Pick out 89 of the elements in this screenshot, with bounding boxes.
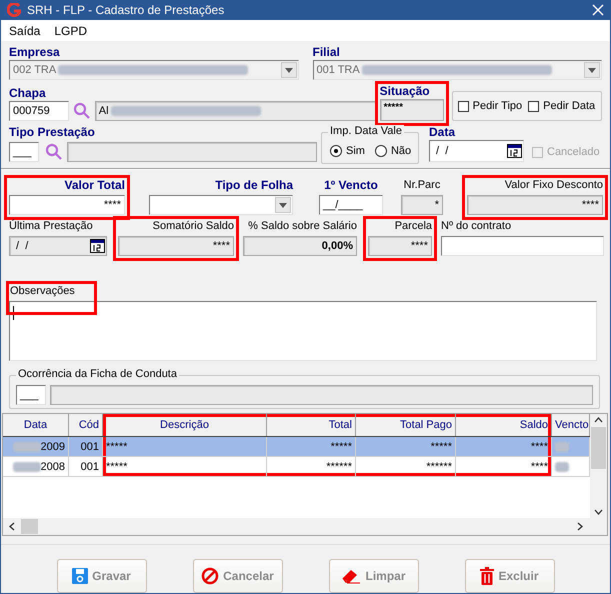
- text-field[interactable]: ****: [368, 236, 432, 256]
- text-area[interactable]: [9, 301, 597, 362]
- window-title: SRH - FLP - Cadastro de Prestações: [27, 3, 226, 18]
- caret-icon: [588, 68, 596, 73]
- field-label: Somatório Saldo: [152, 219, 234, 234]
- field-label: Valor Total: [64, 178, 125, 192]
- radio-label: Sim: [346, 145, 365, 158]
- menu-item[interactable]: LGPD: [54, 24, 88, 38]
- column-header[interactable]: Cód: [69, 414, 103, 436]
- checkbox[interactable]: [458, 100, 469, 112]
- checkbox-label: Cancelado: [547, 146, 600, 158]
- table-cell: 001: [80, 460, 99, 473]
- combo-box[interactable]: [149, 195, 293, 216]
- field-label: Parcela: [394, 219, 432, 234]
- caret-icon: [279, 202, 287, 208]
- dropdown-button[interactable]: [275, 197, 291, 214]
- field-label: Situação: [380, 84, 431, 98]
- field-label: Empresa: [9, 45, 61, 60]
- cancel-icon: [201, 567, 220, 585]
- field-label: Filial: [312, 45, 341, 60]
- caret-icon: [284, 68, 292, 73]
- table-cell: 2009: [40, 440, 65, 453]
- blurred-text: [555, 462, 569, 472]
- app-logo-icon: [7, 3, 21, 18]
- date-field[interactable]: / /: [9, 236, 107, 256]
- menu-item[interactable]: Saída: [9, 24, 40, 38]
- table-cell: ****: [530, 440, 548, 453]
- table-cell: ******: [426, 460, 452, 473]
- column-header[interactable]: Data: [3, 414, 69, 436]
- table-cell: *****: [106, 440, 128, 453]
- radio-button[interactable]: [374, 145, 387, 158]
- field-label: Tipo de Folha: [214, 178, 293, 192]
- scroll-thumb[interactable]: [591, 427, 606, 469]
- checkbox-label: Pedir Tipo: [472, 100, 522, 112]
- column-header[interactable]: Descrição: [103, 414, 267, 436]
- table-cell: ****: [530, 460, 548, 473]
- column-header[interactable]: Saldo: [456, 414, 552, 436]
- scroll-up-icon[interactable]: [594, 417, 603, 424]
- blurred-text: [12, 462, 41, 472]
- field-label: Valor Fixo Desconto: [504, 178, 603, 192]
- column-header[interactable]: Total: [267, 414, 356, 436]
- checkbox[interactable]: [528, 100, 540, 112]
- text-field[interactable]: 000759: [9, 101, 69, 122]
- table-cell: 2008: [40, 460, 65, 473]
- table-row[interactable]: 2008 001 ***** ****** ****** ****: [3, 457, 590, 478]
- radio-label: Não: [390, 145, 412, 158]
- table-cell: ******: [326, 460, 352, 473]
- scroll-right-icon[interactable]: [577, 522, 583, 531]
- text-field[interactable]: 0,00%: [243, 236, 357, 256]
- text-field[interactable]: ___: [9, 142, 39, 162]
- scroll-thumb[interactable]: [21, 519, 38, 534]
- field-label: % Saldo sobre Salário: [247, 219, 357, 234]
- text-field[interactable]: ****: [9, 195, 125, 216]
- blurred-text: [555, 442, 569, 452]
- close-icon[interactable]: [592, 4, 604, 16]
- field-label: Observações: [6, 281, 97, 316]
- text-field[interactable]: *: [401, 195, 443, 216]
- field-label: Última Prestação: [9, 219, 94, 234]
- group-title: Imp. Data Vale: [328, 125, 404, 138]
- table-row[interactable]: 2009 001 ***** ***** ***** ****: [3, 437, 590, 458]
- column-header[interactable]: Total Pago: [356, 414, 456, 436]
- field-label: Data: [429, 125, 456, 140]
- field-label: Nº do contrato: [441, 219, 512, 234]
- table-cell: *****: [430, 440, 452, 453]
- scroll-left-icon[interactable]: [9, 522, 15, 531]
- group-title: Ocorrência da Ficha de Conduta: [16, 368, 179, 380]
- text-field[interactable]: [441, 236, 604, 256]
- field-label: Chapa: [9, 86, 47, 100]
- text-field[interactable]: __/____: [319, 195, 383, 216]
- text-field[interactable]: ___: [16, 385, 46, 406]
- table-cell: *****: [330, 440, 352, 453]
- search-icon[interactable]: [45, 143, 63, 162]
- checkbox-label: Pedir Data: [543, 100, 596, 112]
- field-label: 1º Vencto: [323, 178, 379, 192]
- calendar-icon[interactable]: [90, 239, 105, 254]
- table-cell: 001: [80, 440, 99, 453]
- trash-icon: [480, 567, 494, 585]
- text-field[interactable]: ****: [467, 195, 603, 216]
- eraser-icon: [341, 568, 362, 584]
- date-field[interactable]: / /: [429, 140, 524, 162]
- field-label: Nr.Parc: [402, 178, 442, 192]
- text-field[interactable]: ****: [118, 236, 234, 256]
- search-icon[interactable]: [72, 102, 91, 120]
- blurred-text: [12, 442, 41, 452]
- table-cell: *****: [106, 460, 128, 473]
- calendar-icon[interactable]: [507, 144, 522, 158]
- radio-button[interactable]: [330, 145, 342, 158]
- scroll-down-icon[interactable]: [594, 509, 603, 515]
- field-label: Tipo Prestação: [9, 125, 95, 140]
